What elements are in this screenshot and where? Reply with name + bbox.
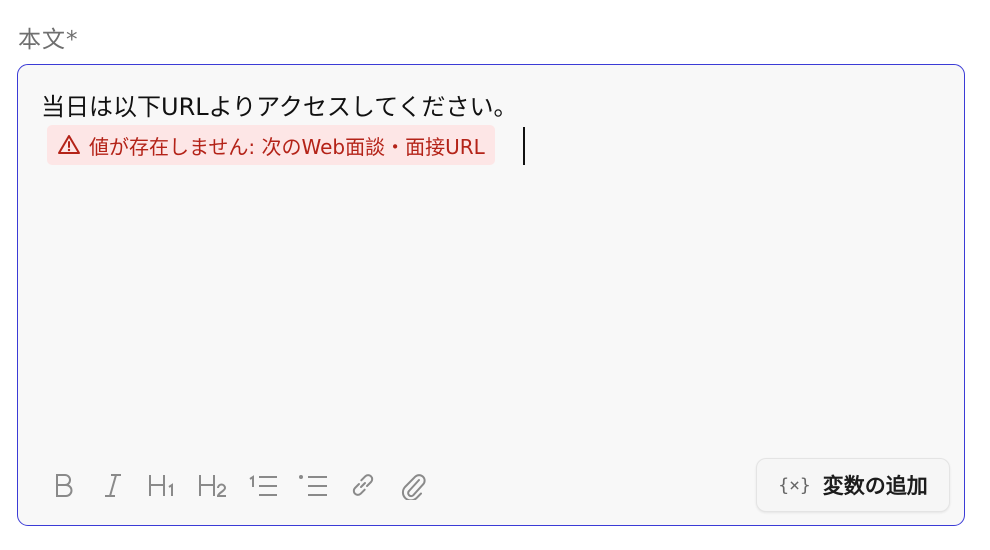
heading2-icon xyxy=(199,475,227,497)
bullet-list-icon xyxy=(299,475,327,496)
body-text[interactable]: 当日は以下URLよりアクセスしてください。 xyxy=(41,87,518,122)
field-label: 本文* xyxy=(18,27,79,53)
braces-x-icon: {×} xyxy=(778,474,811,496)
ordered-list-icon xyxy=(249,475,277,496)
variable-chip-error[interactable]: 値が存在しません: 次のWeb面談・面接URL xyxy=(47,125,495,165)
bold-icon xyxy=(56,474,73,497)
heading2-button[interactable] xyxy=(188,467,238,503)
attachment-button[interactable] xyxy=(388,467,438,503)
format-toolbar xyxy=(38,467,438,503)
paperclip-icon xyxy=(401,474,426,500)
heading1-icon xyxy=(149,475,173,496)
warning-triangle-icon xyxy=(57,133,81,157)
bullet-list-button[interactable] xyxy=(288,467,338,503)
add-variable-label: 変数の追加 xyxy=(822,474,928,498)
link-button[interactable] xyxy=(338,467,388,503)
ordered-list-button[interactable] xyxy=(238,467,288,503)
italic-icon xyxy=(105,474,121,497)
text-caret xyxy=(523,127,525,165)
add-variable-button[interactable]: {×} 変数の追加 xyxy=(756,458,950,512)
heading1-button[interactable] xyxy=(138,467,188,503)
variable-chip-text: 値が存在しません: 次のWeb面談・面接URL xyxy=(89,134,485,159)
italic-button[interactable] xyxy=(88,467,138,503)
link-icon xyxy=(352,474,374,496)
body-editor[interactable]: 当日は以下URLよりアクセスしてください。 値が存在しません: 次のWeb面談・… xyxy=(17,64,965,526)
bold-button[interactable] xyxy=(38,467,88,503)
